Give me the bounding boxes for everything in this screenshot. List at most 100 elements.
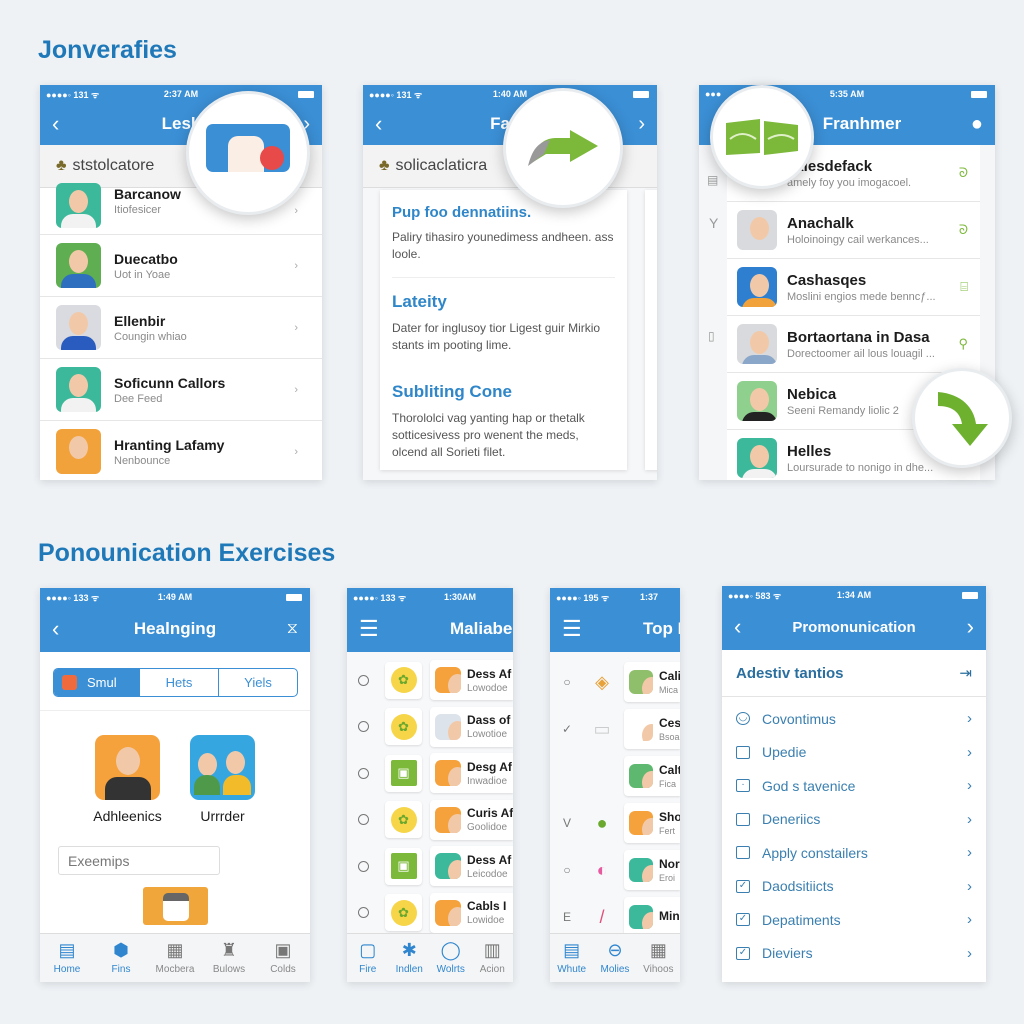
settings-item[interactable]: Deneriics › (722, 803, 986, 837)
lesson-icon (588, 762, 616, 790)
radio-button[interactable] (358, 907, 369, 918)
checkbox-icon[interactable]: · (736, 779, 750, 793)
lesson-icon: ● (596, 812, 608, 833)
lesson-card[interactable]: Min (624, 897, 680, 937)
checkbox-icon[interactable]: ◡ (736, 712, 750, 726)
lesson-card[interactable]: Cali Mica (624, 662, 680, 702)
filter-icon[interactable]: Y (709, 215, 718, 231)
lesson-card[interactable]: Dass of Lowotioe (430, 706, 513, 747)
chevron-icon[interactable]: › (294, 260, 298, 272)
lesson-card[interactable]: Dess Af Leicodoe (430, 846, 513, 886)
back-icon[interactable]: ‹ (52, 111, 59, 137)
lesson-card[interactable]: Nor Eroi (624, 850, 680, 890)
list-item[interactable]: ✿ Dess Af Lowodoe (347, 658, 513, 702)
menu-icon[interactable]: ☰ (562, 616, 582, 642)
row-marker[interactable]: ○ (560, 675, 574, 689)
lesson-card[interactable]: Curis Af Goolidoe (430, 799, 513, 840)
chevron-icon[interactable]: › (294, 205, 298, 217)
tab-acion[interactable]: ▥ Acion (472, 934, 514, 982)
checkbox-icon[interactable]: ✓ (736, 946, 750, 960)
list-item[interactable]: Soficunn Callors Dee Feed › (40, 359, 322, 421)
row-marker[interactable]: ○ (560, 863, 574, 877)
examples-input[interactable]: Exeemips (58, 846, 220, 875)
calendar-icon[interactable]: ▤ (707, 173, 718, 187)
list-item[interactable]: ✿ Cabls I Lowidoe (347, 891, 513, 935)
document-icon[interactable]: ▯ (708, 329, 715, 343)
row-marker[interactable]: V (560, 816, 574, 830)
lesson-card[interactable]: Dess Af Lowodoe (430, 660, 513, 700)
settings-item[interactable]: ◡ Covontimus › (722, 702, 986, 736)
list-item[interactable]: Hranting Lafamy Nenbounce › (40, 421, 322, 480)
checkbox-icon[interactable] (736, 745, 750, 759)
profile-icon[interactable]: ● (971, 113, 983, 136)
list-item[interactable]: ○ ◈ Cali Mica (550, 660, 680, 704)
action-icon[interactable]: ⌸ (960, 279, 968, 295)
row-marker[interactable]: ✓ (560, 722, 574, 736)
tab-whute[interactable]: ▤ Whute (550, 934, 593, 982)
tab-bulows[interactable]: ♜ Bulows (202, 934, 256, 982)
row-marker[interactable]: E (560, 910, 574, 924)
radio-button[interactable] (358, 721, 369, 732)
chevron-icon[interactable]: › (294, 446, 298, 458)
tab-colds[interactable]: ▣ Colds (256, 934, 310, 982)
list-item[interactable]: Ellenbir Coungin whiao › (40, 297, 322, 359)
action-icon[interactable]: ᘐ (959, 165, 968, 181)
chevron-icon[interactable]: › (294, 384, 298, 396)
settings-item[interactable]: · God s tavenice › (722, 769, 986, 803)
back-icon[interactable]: ‹ (734, 614, 741, 640)
chevron-right-icon[interactable]: › (638, 113, 645, 136)
list-item[interactable]: ○ ◐ Nor Eroi (550, 848, 680, 892)
list-item[interactable]: Calt Fica (550, 754, 680, 798)
tab-vihoos[interactable]: ▦ Vihoos (637, 934, 680, 982)
segment-smul[interactable]: Smul (54, 669, 140, 696)
checkbox-icon[interactable]: ✓ (736, 913, 750, 927)
radio-button[interactable] (358, 674, 369, 686)
tab-indlen[interactable]: ✱ Indlen (389, 934, 431, 982)
tab-fins[interactable]: ⬢ Fins (94, 934, 148, 982)
list-item[interactable]: V ● Sho Fert (550, 801, 680, 845)
back-icon[interactable]: ‹ (52, 616, 59, 642)
chevron-icon[interactable]: › (294, 322, 298, 334)
tab-wolrts[interactable]: ◯ Wolrts (430, 934, 472, 982)
menu-icon[interactable]: ☰ (359, 616, 379, 642)
list-item[interactable]: ▣ Dess Af Leicodoe (347, 844, 513, 888)
list-item[interactable]: ✿ Curis Af Goolidoe (347, 798, 513, 842)
list-item[interactable]: Cashasqes Moslini engios mede benncƒ... ⌸ (727, 259, 980, 316)
settings-item[interactable]: ✓ Dieviers › (722, 937, 986, 971)
segment-yiels[interactable]: Yiels (219, 669, 297, 696)
radio-button[interactable] (358, 860, 369, 872)
checkbox-icon[interactable] (736, 812, 750, 826)
forward-icon[interactable]: › (967, 614, 974, 640)
list-item[interactable]: Bortaortana in Dasa Dorectoomer ail lous … (727, 316, 980, 373)
checkbox-icon[interactable]: ✓ (736, 879, 750, 893)
action-icon[interactable]: ⚲ (958, 336, 968, 352)
tab-mocbera[interactable]: ▦ Mocbera (148, 934, 202, 982)
lesson-card[interactable]: Calt Fica (624, 756, 680, 796)
settings-item[interactable]: ✓ Depatiments › (722, 903, 986, 937)
list-item[interactable]: ▣ Desg Af Inwadioe (347, 751, 513, 795)
hourglass-icon[interactable]: ⧖ (287, 620, 298, 638)
radio-button[interactable] (358, 767, 369, 779)
lesson-card[interactable]: Desg Af Inwadioe (430, 753, 513, 793)
list-item[interactable]: ✿ Dass of Lowotioe (347, 705, 513, 749)
settings-item[interactable]: Upedie › (722, 736, 986, 770)
settings-item[interactable]: Apply constailers › (722, 836, 986, 870)
card-adhleenics[interactable]: Adhleenics (93, 735, 162, 824)
back-icon[interactable]: ‹ (375, 111, 382, 137)
action-icon[interactable]: ᘐ (959, 222, 968, 238)
segment-hets[interactable]: Hets (140, 669, 219, 696)
checkbox-icon[interactable] (736, 846, 750, 860)
section-header[interactable]: Adestiv tantios ⇥ (722, 650, 986, 697)
radio-button[interactable] (358, 814, 369, 825)
tab-molies[interactable]: ⊖ Molies (593, 934, 636, 982)
lesson-card[interactable]: Sho Fert (624, 803, 680, 843)
tab-home[interactable]: ▤ Home (40, 934, 94, 982)
list-item[interactable]: ✓ ▭ Ces Bsoa (550, 707, 680, 751)
lesson-card[interactable]: Cabls I Lowidoe (430, 892, 513, 933)
lesson-card[interactable]: Ces Bsoa (624, 709, 680, 749)
list-item[interactable]: Anachalk Holoinoingy cail werkances... ᘐ (727, 202, 980, 259)
card-urrrder[interactable]: Urrrder (190, 735, 255, 824)
tab-fire[interactable]: ▢ Fire (347, 934, 389, 982)
settings-item[interactable]: ✓ Daodsitiicts › (722, 870, 986, 904)
list-item[interactable]: Duecatbo Uot in Yoae › (40, 235, 322, 297)
